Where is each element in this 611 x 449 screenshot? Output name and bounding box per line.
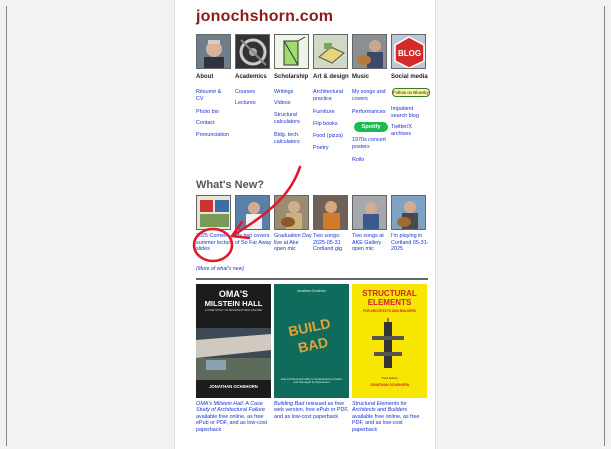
blog-sign-image: BLOG (392, 35, 425, 68)
whats-new-caption-2[interactable]: My two covers of So Far Away (235, 233, 273, 246)
structure-diagram-image (275, 35, 308, 68)
social-media-thumbnail[interactable]: BLOG (391, 34, 426, 69)
book1-cover-title: MILSTEIN HALL (204, 299, 263, 308)
whats-new-thumb-3[interactable] (274, 195, 309, 230)
art-design-thumbnail[interactable] (313, 34, 348, 69)
link-concert-posters[interactable]: 1970s concert posters (352, 137, 388, 150)
book1-caption-rest: available free online, as free ePub or P… (196, 413, 268, 433)
book-caption-building-bad[interactable]: Building Bad reissued as free web versio… (274, 401, 350, 420)
guitar-performance-image (275, 196, 308, 229)
link-twitter-x-archives[interactable]: Twitter/X archives (391, 124, 429, 137)
book1-cover-author: JONATHAN OCHSHORN (209, 384, 258, 389)
whats-new-caption-1[interactable]: 2025 Cornell summer lecture slides (196, 233, 234, 253)
link-resume-cv[interactable]: Résumé & CV (196, 89, 230, 102)
category-music[interactable]: Music (352, 74, 369, 80)
site-title[interactable]: jonochshorn.com (196, 8, 333, 26)
music-thumbnail[interactable] (352, 34, 387, 69)
book3-cover-subtitle: FOR ARCHITECTS AND BUILDERS (363, 309, 416, 313)
gig-photo-image (314, 196, 347, 229)
link-photo-bio[interactable]: Photo bio (196, 109, 219, 116)
blog-badge-text: BLOG (398, 49, 421, 58)
cortland-performance-image (392, 196, 425, 229)
whats-new-caption-4[interactable]: Two songs: 2025-05-31 Cortland gig (313, 233, 351, 253)
gallery-performance-image (353, 196, 386, 229)
book1-cover-top: OMA'S (218, 289, 249, 299)
scholarship-thumbnail[interactable] (274, 34, 309, 69)
book1-cover-subtitle: A CASE STUDY OF ARCHITECTURAL FAILURE (205, 309, 262, 312)
book3-caption-rest: available free online, as free PDF, and … (352, 413, 420, 433)
category-about[interactable]: About (196, 74, 213, 80)
whats-new-thumb-5[interactable] (352, 195, 387, 230)
whats-new-thumb-6[interactable] (391, 195, 426, 230)
link-furniture[interactable]: Furniture (313, 109, 335, 116)
link-videos[interactable]: Videos (274, 100, 290, 107)
book3-caption-title: Structural Elements for Architects and B… (352, 401, 408, 414)
academics-thumbnail[interactable] (235, 34, 270, 69)
book2-cover-author: Jonathan Ochshorn (296, 289, 327, 293)
link-writings[interactable]: Writings (274, 89, 293, 96)
whats-new-thumb-1[interactable] (196, 195, 231, 230)
book-cover-structural-elements[interactable]: STRUCTURAL ELEMENTS FOR ARCHITECTS AND B… (352, 284, 427, 398)
book2-caption-title: Building Bad (274, 401, 305, 407)
category-social-media[interactable]: Social media (391, 74, 428, 80)
building-bad-lettering-image: BUILDBAD (274, 302, 349, 368)
whats-new-caption-5[interactable]: Two songs at AKE Gallery open mic (352, 233, 390, 253)
book-cover-building-bad[interactable]: Jonathan Ochshorn BUILD BAD How Architect… (274, 284, 349, 398)
portrait-image (197, 35, 230, 68)
whats-new-caption-3[interactable]: Graduation Day live at Ake open mic (274, 233, 312, 253)
lecture-slides-image (197, 196, 230, 229)
follow-badge-text: Follow on Bluesky (393, 90, 429, 95)
book-cover-milstein-hall[interactable]: OMA'S MILSTEIN HALL A CASE STUDY OF ARCH… (196, 284, 271, 398)
link-flip-books[interactable]: Flip books (313, 121, 338, 128)
book3-cover-edition: Third Edition (381, 376, 398, 380)
follow-on-bluesky-badge[interactable]: Follow on Bluesky (392, 88, 430, 97)
more-whats-new-link[interactable]: (More of what's new) (196, 266, 244, 272)
whats-new-thumb-4[interactable] (313, 195, 348, 230)
link-bldg-tech-calculators[interactable]: Bldg. tech. calculators (274, 132, 310, 145)
section-divider (196, 278, 428, 280)
link-structural-calculators[interactable]: Structural calculators (274, 112, 310, 125)
guitar-player-image (353, 35, 386, 68)
link-rollo[interactable]: Rollo (352, 157, 364, 164)
link-lectures[interactable]: Lectures (235, 100, 256, 107)
link-contact[interactable]: Contact (196, 120, 215, 127)
book3-cover-title: STRUCTURAL ELEMENTS (362, 289, 417, 307)
link-pronunciation[interactable]: Pronunciation (196, 132, 229, 139)
about-photo-thumbnail[interactable] (196, 34, 231, 69)
link-impatient-search-blog[interactable]: Impatient search blog (391, 106, 429, 119)
link-architectural-practice[interactable]: Architectural practice (313, 89, 350, 102)
whats-new-heading: What's New? (196, 179, 265, 191)
book2-cover-subtitle: How Architectural Utility is Constrained… (280, 377, 343, 385)
building-photo-image (196, 328, 271, 380)
whats-new-caption-6[interactable]: I'm playing in Cortland 05-31-2025 (391, 233, 429, 253)
book-caption-milstein-hall[interactable]: OMA's Milstein Hall: A Case Study of Arc… (196, 401, 272, 433)
link-performances[interactable]: Performances (352, 109, 386, 116)
book3-cover-author: JONATHAN OCHSHORN (369, 383, 410, 387)
whats-new-thumb-2[interactable] (235, 195, 270, 230)
gear-wheel-image (236, 35, 269, 68)
link-food-pizza[interactable]: Food (pizza) (313, 133, 343, 140)
category-academics[interactable]: Academics (235, 74, 267, 80)
link-courses[interactable]: Courses (235, 89, 255, 96)
category-scholarship[interactable]: Scholarship (274, 74, 308, 80)
category-art-design[interactable]: Art & design (313, 74, 349, 80)
performer-image (236, 196, 269, 229)
link-my-songs-covers[interactable]: My songs and covers (352, 89, 390, 102)
book-caption-structural-elements[interactable]: Structural Elements for Architects and B… (352, 401, 428, 433)
book1-caption-title: OMA's Milstein Hall: A Case Study of Arc… (196, 401, 266, 414)
spotify-button[interactable]: Spotify (354, 122, 388, 132)
link-poetry[interactable]: Poetry (313, 145, 329, 152)
building-model-image (314, 35, 347, 68)
structure-model-image (372, 318, 404, 368)
